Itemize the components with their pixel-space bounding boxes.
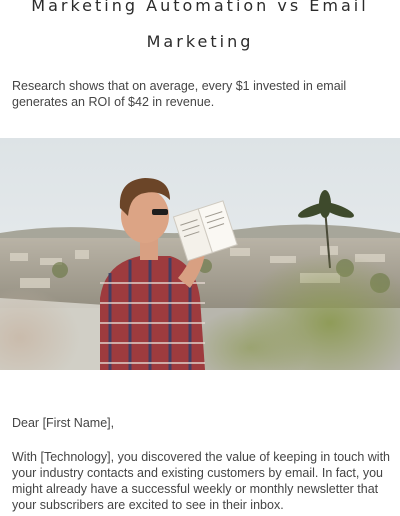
salutation: Dear [First Name], (12, 416, 115, 430)
intro-paragraph: Research shows that on average, every $1… (12, 79, 347, 109)
hero-image (0, 138, 400, 370)
email-title-line-1: Marketing Automation vs Email (31, 0, 369, 15)
email-title-line-2: Marketing (146, 32, 254, 51)
email-title: Marketing Automation vs Email Marketing (0, 0, 400, 60)
body-paragraph: With [Technology], you discovered the va… (12, 450, 390, 512)
